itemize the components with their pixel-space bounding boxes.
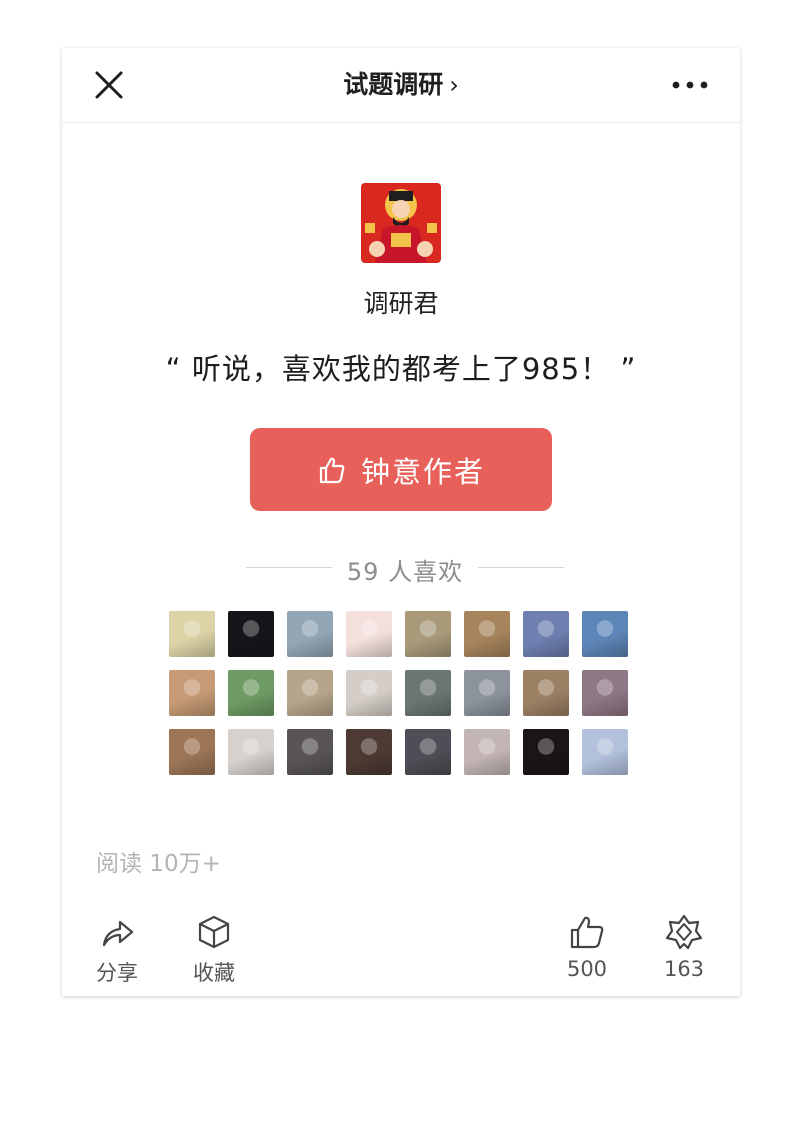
liker-avatar[interactable] [405,729,451,775]
liker-avatar[interactable] [228,670,274,716]
collect-button[interactable]: 收藏 [174,913,254,987]
sparkle-star-icon [665,914,703,950]
liker-avatar[interactable] [464,611,510,657]
page-title: 试题调研 [343,70,444,99]
share-button[interactable]: 分享 [77,913,157,987]
wow-count: 163 [663,957,705,981]
more-dots-icon [672,81,708,89]
like-count: 500 [566,957,608,981]
more-button[interactable] [670,72,710,98]
liker-avatar[interactable] [169,729,215,775]
share-label: 分享 [96,961,138,985]
divider-line-right [478,567,564,568]
liker-avatar[interactable] [523,670,569,716]
god-of-wealth-avatar-image [361,183,441,263]
like-author-label: 钟意作者 [360,454,485,489]
liker-avatar[interactable] [464,670,510,716]
likes-count-divider: 59 人喜欢 [246,548,564,588]
liker-avatar[interactable] [169,670,215,716]
like-author-button[interactable]: 钟意作者 [250,428,552,511]
liker-avatar[interactable] [582,670,628,716]
share-arrow-icon [102,920,134,947]
author-quote: “ 听说，喜欢我的都考上了985！ ” [165,352,637,386]
liker-avatar[interactable] [228,729,274,775]
thumb-up-icon [319,457,345,483]
liker-avatar[interactable] [464,729,510,775]
top-bar: 试题调研 › [62,48,740,123]
article-footer-card: 试题调研 › 调研君 “ 听说，喜欢我的都考上了985！ ” 钟意作者 59 人… [62,48,740,996]
chevron-right-icon: › [449,71,459,99]
liker-avatar[interactable] [582,611,628,657]
liker-avatar[interactable] [523,729,569,775]
wow-button[interactable]: 163 [644,913,724,981]
account-title-link[interactable]: 试题调研 › [62,68,740,102]
author-name: 调研君 [363,289,439,318]
thumb-up-icon [570,916,604,949]
liker-avatar[interactable] [346,611,392,657]
read-count: 阅读 10万+ [96,851,221,877]
likes-count-text: 59 人喜欢 [346,558,464,586]
liker-avatar[interactable] [346,729,392,775]
liker-avatar[interactable] [523,611,569,657]
liker-avatar[interactable] [287,611,333,657]
author-avatar[interactable] [361,183,441,263]
cube-icon [198,915,230,949]
like-button[interactable]: 500 [547,913,627,981]
liker-avatar[interactable] [287,670,333,716]
liker-avatar[interactable] [287,729,333,775]
liker-avatar[interactable] [346,670,392,716]
liker-avatar[interactable] [582,729,628,775]
liker-avatar[interactable] [405,611,451,657]
liker-avatar[interactable] [169,611,215,657]
collect-label: 收藏 [193,961,235,985]
liker-avatar[interactable] [228,611,274,657]
liker-avatar[interactable] [405,670,451,716]
